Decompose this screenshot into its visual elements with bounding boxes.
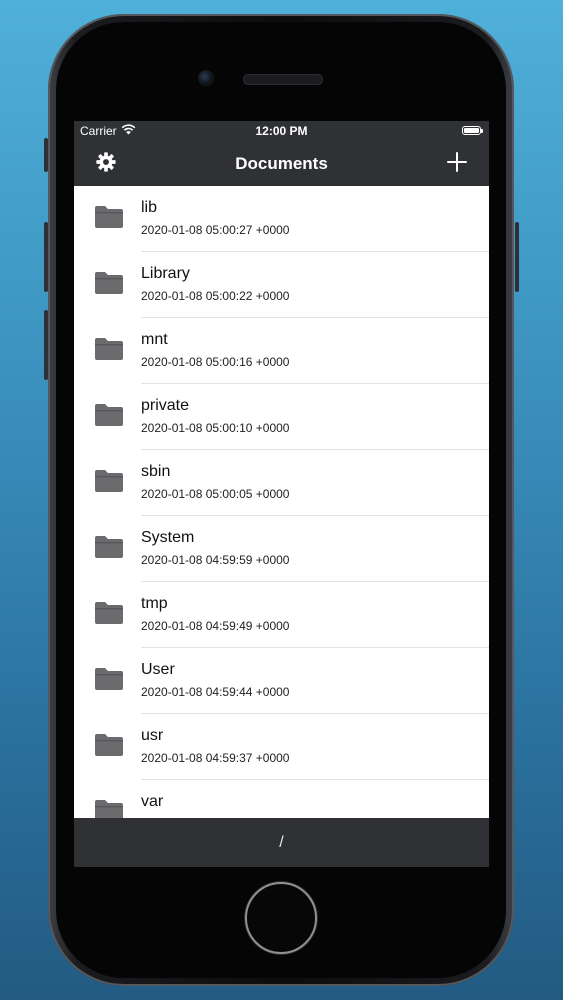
folder-icon [94,271,124,300]
folder-icon [94,799,124,818]
file-date: 2020-01-08 05:00:27 +0000 [141,223,290,237]
file-name: Library [141,265,190,282]
list-item[interactable]: User 2020-01-08 04:59:44 +0000 [74,648,489,714]
file-date: 2020-01-08 05:00:05 +0000 [141,487,290,501]
file-name: tmp [141,595,168,612]
volume-down-button [44,310,48,380]
file-list: lib 2020-01-08 05:00:27 +0000 Library 20… [74,186,489,818]
file-name: System [141,529,195,546]
list-item[interactable]: private 2020-01-08 05:00:10 +0000 [74,384,489,450]
file-name: var [141,793,164,810]
list-item[interactable]: mnt 2020-01-08 05:00:16 +0000 [74,318,489,384]
home-button[interactable] [245,882,317,954]
list-item[interactable]: var [74,780,489,818]
file-name: mnt [141,331,168,348]
front-camera [198,70,214,86]
file-date: 2020-01-08 04:59:37 +0000 [141,751,290,765]
bottom-toolbar: / [74,818,489,867]
list-item[interactable]: lib 2020-01-08 05:00:27 +0000 [74,186,489,252]
page-title: Documents [235,154,328,173]
list-item[interactable]: System 2020-01-08 04:59:59 +0000 [74,516,489,582]
file-name: usr [141,727,164,744]
app-screen: Carrier 12:00 PM Documents lib 2020-01-0… [74,121,489,867]
file-date: 2020-01-08 04:59:44 +0000 [141,685,290,699]
folder-icon [94,601,124,630]
file-date: 2020-01-08 05:00:16 +0000 [141,355,290,369]
list-item[interactable]: Library 2020-01-08 05:00:22 +0000 [74,252,489,318]
folder-icon [94,667,124,696]
navigation-bar: Documents [74,142,489,186]
list-item[interactable]: sbin 2020-01-08 05:00:05 +0000 [74,450,489,516]
file-name: lib [141,199,158,216]
current-path[interactable]: / [74,834,489,852]
folder-icon [94,403,124,432]
folder-icon [94,733,124,762]
battery-icon [462,126,483,135]
power-button [515,222,519,292]
file-name: private [141,397,190,414]
earpiece-speaker [243,74,323,85]
status-bar: Carrier 12:00 PM [74,121,489,142]
file-name: User [141,661,175,678]
folder-icon [94,205,124,234]
file-name: sbin [141,463,171,480]
file-date: 2020-01-08 05:00:22 +0000 [141,289,290,303]
file-date: 2020-01-08 04:59:59 +0000 [141,553,290,567]
plus-icon [447,151,467,177]
file-date: 2020-01-08 05:00:10 +0000 [141,421,290,435]
silent-switch [44,138,48,172]
list-item[interactable]: tmp 2020-01-08 04:59:49 +0000 [74,582,489,648]
add-button[interactable] [443,150,471,178]
folder-icon [94,469,124,498]
volume-up-button [44,222,48,292]
status-time: 12:00 PM [255,124,308,138]
file-date: 2020-01-08 04:59:49 +0000 [141,619,290,633]
folder-icon [94,535,124,564]
folder-icon [94,337,124,366]
list-item[interactable]: usr 2020-01-08 04:59:37 +0000 [74,714,489,780]
